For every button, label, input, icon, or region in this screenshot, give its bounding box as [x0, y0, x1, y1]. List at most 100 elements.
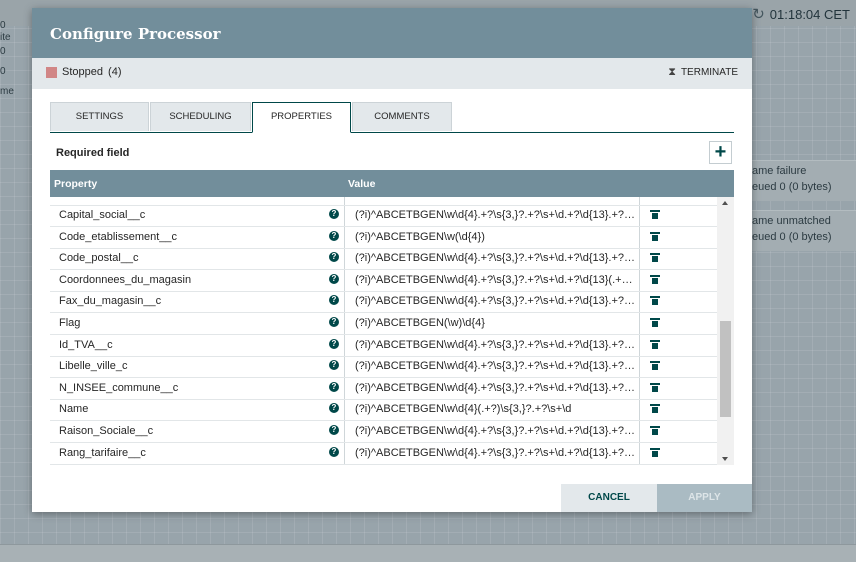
table-row[interactable]: Capital_social__c? (?i)^ABCETBGEN\w\d{4}.…	[50, 205, 717, 227]
tab-properties[interactable]: PROPERTIES	[252, 102, 351, 133]
help-icon[interactable]: ?	[329, 446, 339, 457]
required-field-label: Required field	[56, 147, 130, 159]
tab-settings[interactable]: SETTINGS	[50, 102, 149, 131]
help-icon[interactable]: ?	[329, 252, 339, 263]
trash-can	[652, 277, 658, 284]
trash-icon[interactable]	[650, 447, 660, 457]
trash-lid	[650, 426, 660, 428]
clock-area: ↻ 01:18:04 CET	[752, 5, 850, 23]
trash-icon[interactable]	[650, 253, 660, 263]
trash-lid	[650, 318, 660, 320]
property-value[interactable]: (?i)^ABCETBGEN\w\d{4}.+?\s{3,}?.+?\s+\d.…	[355, 360, 637, 372]
dialog-title: Configure Processor	[50, 25, 221, 43]
bg-label: ite	[0, 32, 11, 43]
tab-comments[interactable]: COMMENTS	[352, 102, 452, 131]
trash-lid	[650, 210, 660, 212]
grid-scrollbar[interactable]	[717, 197, 734, 465]
table-row[interactable]: Libelle_ville_c? (?i)^ABCETBGEN\w\d{4}.+?…	[50, 356, 717, 379]
property-name: Coordonnees_du_magasin	[59, 273, 192, 286]
property-name: Flag	[59, 317, 81, 329]
property-value[interactable]: (?i)^ABCETBGEN\w\d{4}.+?\s{3,}?.+?\s+\d.…	[355, 295, 637, 307]
help-icon[interactable]: ?	[329, 209, 339, 219]
help-icon[interactable]: ?	[329, 360, 339, 371]
property-value[interactable]: (?i)^ABCETBGEN\w\d{4}(.+?)\s{3,}?.+?\s+\…	[355, 403, 637, 415]
property-value[interactable]: (?i)^ABCETBGEN\w\d{4}.+?\s{3,}?.+?\s+\d.…	[355, 209, 637, 221]
background-connection-unmatched: ame unmatched eued 0 (0 bytes)	[752, 210, 856, 251]
help-icon[interactable]: ?	[329, 425, 339, 435]
tab-bar: SETTINGS SCHEDULING PROPERTIES COMMENTS	[50, 102, 734, 133]
trash-can	[652, 450, 658, 457]
property-name: Code_postal__c	[59, 252, 139, 265]
table-row[interactable]: Raison_Sociale__c? (?i)^ABCETBGEN\w\d{4}.…	[50, 421, 717, 443]
property-name: Fax_du_magasin__c	[59, 295, 162, 308]
table-row[interactable]: Rang_tarifaire__c? (?i)^ABCETBGEN\w\d{4}.…	[50, 443, 717, 465]
bottom-status-strip	[0, 544, 856, 562]
column-header-property[interactable]: Property	[54, 178, 97, 190]
bg-card-line: ame failure	[752, 165, 807, 177]
configure-processor-dialog: Configure Processor Stopped (4) ⧗ TERMIN…	[32, 8, 752, 512]
trash-icon[interactable]	[650, 339, 660, 349]
property-name: Name	[59, 403, 89, 416]
trash-lid	[650, 296, 660, 299]
property-name: Id_TVA__c	[59, 338, 113, 351]
dialog-header: Configure Processor	[32, 8, 752, 58]
bg-label: 0	[0, 66, 6, 77]
trash-can	[652, 256, 658, 263]
trash-icon[interactable]	[650, 274, 660, 284]
property-name: Rang_tarifaire__c	[59, 446, 146, 459]
tab-scheduling[interactable]: SCHEDULING	[150, 102, 251, 131]
trash-lid	[650, 404, 660, 407]
trash-can	[652, 407, 658, 414]
bg-card-line: ame unmatched	[752, 215, 831, 227]
scrollbar-thumb[interactable]	[720, 321, 731, 417]
help-icon[interactable]: ?	[329, 403, 339, 414]
help-icon[interactable]: ?	[329, 295, 339, 306]
help-icon[interactable]: ?	[329, 273, 339, 284]
trash-lid	[650, 361, 660, 364]
cancel-button[interactable]: CANCEL	[561, 484, 657, 512]
help-icon[interactable]: ?	[329, 230, 339, 241]
add-property-button[interactable]: +	[709, 141, 732, 164]
help-icon[interactable]: ?	[329, 317, 339, 327]
table-row[interactable]: N_INSEE_commune__c? (?i)^ABCETBGEN\w\d{4}…	[50, 378, 717, 400]
scroll-down-arrow-icon[interactable]	[722, 457, 728, 461]
scroll-up-arrow-icon[interactable]	[722, 201, 728, 205]
table-row[interactable]: Code_postal__c? (?i)^ABCETBGEN\w\d{4}.+?\…	[50, 248, 717, 271]
property-value[interactable]: (?i)^ABCETBGEN\w\d{4}.+?\s{3,}?.+?\s+\d.…	[355, 252, 637, 264]
terminate-button[interactable]: ⧗ TERMINATE	[668, 66, 738, 79]
table-row[interactable]: Id_TVA__c? (?i)^ABCETBGEN\w\d{4}.+?\s{3,}…	[50, 335, 717, 357]
trash-icon[interactable]	[650, 231, 660, 241]
table-row[interactable]: Coordonnees_du_magasin? (?i)^ABCETBGEN\w\…	[50, 270, 717, 292]
trash-lid	[650, 339, 660, 342]
trash-icon[interactable]	[650, 382, 660, 392]
table-row[interactable]: Fax_du_magasin__c? (?i)^ABCETBGEN\w\d{4}.…	[50, 291, 717, 314]
trash-icon[interactable]	[650, 404, 660, 414]
property-value[interactable]: (?i)^ABCETBGEN\w(\d{4})	[355, 231, 637, 243]
table-row[interactable]: Name? (?i)^ABCETBGEN\w\d{4}(.+?)\s{3,}?.+…	[50, 399, 717, 422]
trash-icon[interactable]	[650, 426, 660, 435]
trash-icon[interactable]	[650, 361, 660, 371]
property-value[interactable]: (?i)^ABCETBGEN\w\d{4}.+?\s{3,}?.+?\s+\d.…	[355, 274, 637, 286]
trash-lid	[650, 231, 660, 234]
trash-lid	[650, 274, 660, 277]
property-value[interactable]: (?i)^ABCETBGEN\w\d{4}.+?\s{3,}?.+?\s+\d.…	[355, 382, 637, 394]
property-value[interactable]: (?i)^ABCETBGEN\w\d{4}.+?\s{3,}?.+?\s+\d.…	[355, 339, 637, 351]
property-value[interactable]: (?i)^ABCETBGEN\w\d{4}.+?\s{3,}?.+?\s+\d.…	[355, 425, 637, 437]
help-icon[interactable]: ?	[329, 338, 339, 349]
trash-icon[interactable]	[650, 318, 660, 327]
column-header-value[interactable]: Value	[348, 178, 375, 190]
help-icon[interactable]: ?	[329, 381, 339, 392]
property-value[interactable]: (?i)^ABCETBGEN(\w)\d{4}	[355, 317, 637, 329]
trash-icon[interactable]	[650, 296, 660, 306]
property-name: Code_etablissement__c	[59, 230, 178, 243]
apply-button[interactable]: APPLY	[657, 484, 752, 512]
trash-icon[interactable]	[650, 210, 660, 219]
bg-label: 0	[0, 20, 6, 31]
trash-lid	[650, 382, 660, 385]
refresh-icon[interactable]: ↻	[752, 5, 765, 23]
table-row[interactable]: Code_etablissement__c? (?i)^ABCETBGEN\w(\…	[50, 227, 717, 249]
status-label: Stopped	[62, 66, 103, 78]
background-connection-failure: ame failure eued 0 (0 bytes)	[752, 160, 856, 201]
table-row[interactable]: Flag? (?i)^ABCETBGEN(\w)\d{4}	[50, 313, 717, 335]
property-value[interactable]: (?i)^ABCETBGEN\w\d{4}.+?\s{3,}?.+?\s+\d.…	[355, 447, 637, 459]
